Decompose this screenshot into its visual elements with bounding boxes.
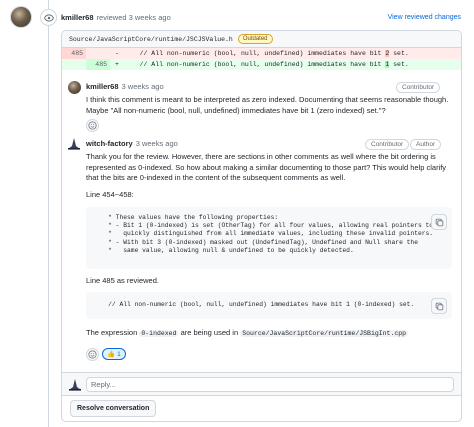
comment-header: kmiller68 3 weeks ago	[86, 81, 164, 92]
smiley-icon[interactable]	[86, 119, 99, 132]
avatar[interactable]	[68, 81, 81, 94]
diff-code-after: set.	[389, 61, 409, 68]
reaction-count: 1	[117, 350, 121, 358]
expression-code: 0-indexed	[139, 330, 179, 337]
diff-code-before: // All non-numeric (bool, null, undefine…	[124, 50, 386, 57]
avatar	[68, 378, 81, 391]
thumbs-up-icon: 👍	[107, 351, 116, 358]
view-reviewed-changes-link[interactable]: View reviewed changes	[388, 14, 461, 21]
author-badge: Author	[410, 139, 442, 150]
contributor-badge: Contributor	[365, 139, 410, 150]
review-header: kmiller68 reviewed 3 weeks ago View revi…	[61, 11, 461, 23]
expression-middle: are being used in	[180, 328, 239, 337]
comment-time[interactable]: 3 weeks ago	[136, 139, 178, 148]
avatar[interactable]	[67, 137, 80, 150]
review-thread-card: Source/JavaScriptCore/runtime/JSCJSValue…	[61, 30, 462, 422]
diff-added-line: 485 + // All non-numeric (bool, null, un…	[62, 59, 461, 70]
comment-author[interactable]: kmiller68	[86, 82, 119, 91]
expression-note: The expression 0-indexed are being used …	[86, 328, 456, 340]
old-line-number: 485	[62, 48, 86, 59]
smiley-icon[interactable]	[86, 348, 99, 361]
timeline-line	[48, 0, 49, 427]
comment-author[interactable]: witch-factory	[86, 139, 133, 148]
resolve-conversation-button[interactable]: Resolve conversation	[70, 400, 157, 417]
file-header: Source/JavaScriptCore/runtime/JSCJSValue…	[62, 31, 461, 48]
old-line-number	[62, 59, 86, 70]
diff-sign: +	[115, 61, 119, 68]
thumbs-up-reaction[interactable]: 👍 1	[102, 348, 126, 360]
review-action: reviewed 3 weeks ago	[96, 12, 171, 22]
new-line-number	[86, 48, 110, 59]
reviewer-avatar[interactable]	[10, 6, 32, 28]
expression-prefix: The expression	[86, 328, 138, 337]
comment-header: witch-factory 3 weeks ago	[86, 138, 178, 149]
comment-witch-factory: witch-factory 3 weeks ago Contributor Au…	[62, 135, 461, 371]
diff-code-after: set.	[389, 50, 409, 57]
code-block: * These values have the following proper…	[86, 207, 452, 269]
copy-icon[interactable]	[431, 214, 447, 230]
diff-sign: -	[115, 50, 119, 57]
new-line-number: 485	[86, 59, 110, 70]
comment-paragraph: Thank you for the review. However, there…	[86, 152, 447, 182]
file-path[interactable]: Source/JavaScriptCore/runtime/JSCJSValue…	[69, 36, 233, 43]
diff-deleted-line: 485 - // All non-numeric (bool, null, un…	[62, 48, 461, 59]
comment-body: I think this comment is meant to be inte…	[86, 95, 449, 115]
outdated-badge: Outdated	[237, 34, 273, 44]
copy-icon[interactable]	[431, 298, 447, 314]
reply-input[interactable]: Reply...	[86, 377, 454, 392]
diff-code-before: // All non-numeric (bool, null, undefine…	[124, 61, 386, 68]
reply-bar: Reply...	[62, 372, 461, 396]
code-block: // All non-numeric (bool, null, undefine…	[86, 292, 452, 319]
line-reference: Line 485 as reviewed.	[86, 276, 159, 285]
comment-kmiller68: kmiller68 3 weeks ago Contributor I thin…	[62, 78, 461, 132]
line-reference: Line 454~458:	[86, 190, 134, 199]
reviewer-name[interactable]: kmiller68	[61, 13, 94, 22]
contributor-badge: Contributor	[396, 82, 441, 93]
eye-icon	[40, 9, 57, 26]
comment-time[interactable]: 3 weeks ago	[122, 82, 164, 91]
file-path-code: Source/JavaScriptCore/runtime/JSBigInt.c…	[240, 330, 409, 337]
